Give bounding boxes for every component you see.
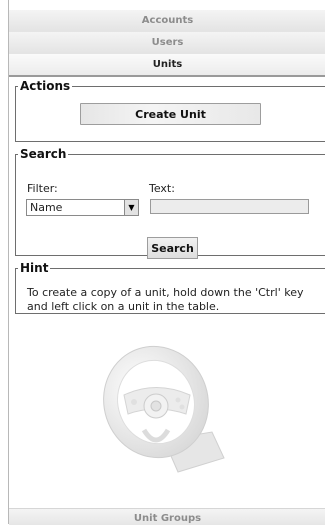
hint-text: To create a copy of a unit, hold down th… (27, 286, 304, 313)
text-label: Text: (149, 182, 175, 195)
tab-accounts[interactable]: Accounts (9, 10, 325, 32)
search-legend: Search (20, 147, 67, 161)
search-text-input[interactable] (150, 199, 309, 214)
filter-select[interactable]: Name ▼ (26, 199, 139, 216)
steering-wheel-icon (103, 345, 225, 473)
actions-legend: Actions (20, 79, 71, 93)
search-button[interactable]: Search (147, 237, 198, 259)
units-panel: Accounts Users Units Actions Create Unit… (8, 0, 325, 525)
filter-label: Filter: (27, 182, 58, 195)
tab-users[interactable]: Users (9, 32, 325, 54)
filter-select-value: Name (30, 201, 63, 214)
tab-unit-groups[interactable]: Unit Groups (9, 508, 325, 525)
create-unit-button[interactable]: Create Unit (80, 103, 261, 125)
chevron-down-icon[interactable]: ▼ (124, 200, 138, 215)
hint-group: Hint To create a copy of a unit, hold do… (15, 262, 325, 314)
tab-units[interactable]: Units (9, 54, 325, 77)
hint-legend: Hint (20, 261, 49, 275)
actions-group: Actions Create Unit (15, 80, 325, 142)
search-group: Search Filter: Text: Name ▼ Search (15, 147, 325, 259)
